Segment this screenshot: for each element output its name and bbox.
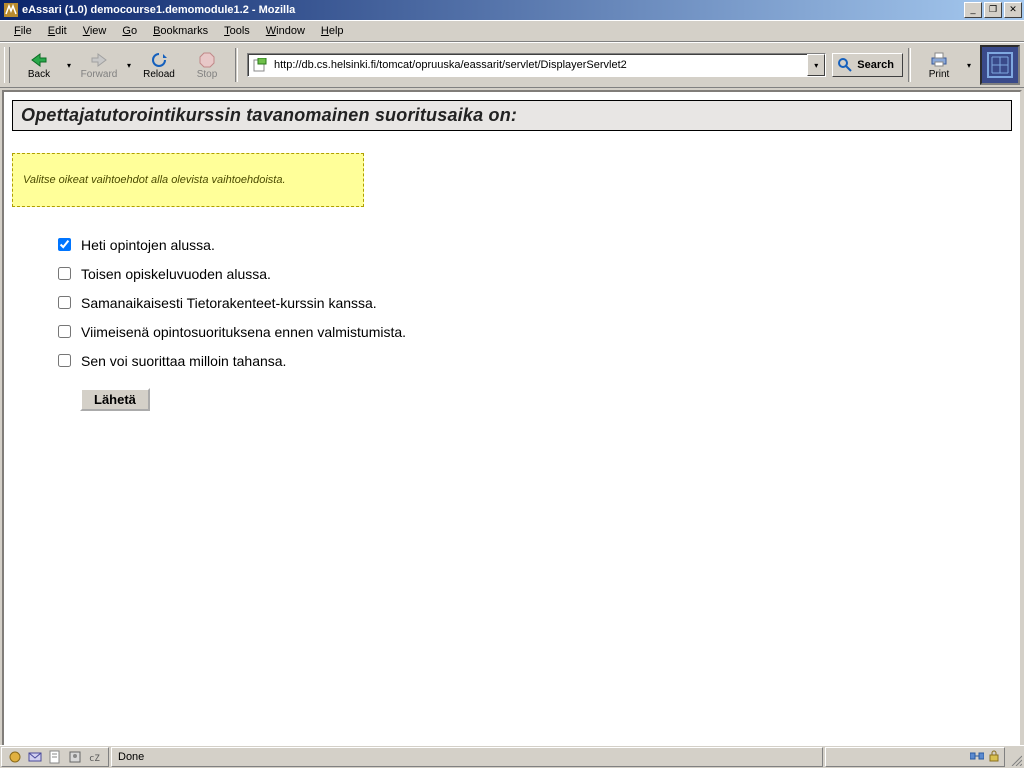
option-checkbox-0[interactable] bbox=[58, 238, 71, 251]
instruction-box: Valitse oikeat vaihtoehdot alla olevista… bbox=[12, 153, 364, 207]
window-titlebar: eAssari (1.0) democourse1.demomodule1.2 … bbox=[0, 0, 1024, 20]
url-dropdown[interactable]: ▾ bbox=[807, 54, 825, 76]
page-viewport: Opettajatutorointikurssin tavanomainen s… bbox=[2, 90, 1022, 748]
navigation-toolbar: Back ▾ Forward ▾ Reload Stop ▾ Search bbox=[0, 42, 1024, 88]
forward-button: Forward bbox=[76, 46, 122, 84]
options-list: Heti opintojen alussa. Toisen opiskeluvu… bbox=[54, 235, 1012, 370]
minimize-button[interactable]: _ bbox=[964, 2, 982, 18]
option-row: Sen voi suorittaa milloin tahansa. bbox=[54, 351, 1012, 370]
resize-grip[interactable] bbox=[1006, 746, 1024, 768]
option-checkbox-4[interactable] bbox=[58, 354, 71, 367]
menu-edit[interactable]: Edit bbox=[40, 23, 75, 39]
option-row: Samanaikaisesti Tietorakenteet-kurssin k… bbox=[54, 293, 1012, 312]
lock-icon[interactable] bbox=[988, 750, 1000, 765]
page-content: Opettajatutorointikurssin tavanomainen s… bbox=[4, 92, 1020, 419]
option-row: Toisen opiskeluvuoden alussa. bbox=[54, 264, 1012, 283]
option-row: Heti opintojen alussa. bbox=[54, 235, 1012, 254]
reload-icon bbox=[149, 51, 169, 69]
url-field-wrap: ▾ bbox=[247, 53, 826, 77]
option-label: Toisen opiskeluvuoden alussa. bbox=[81, 266, 271, 282]
print-icon bbox=[929, 51, 949, 69]
print-label: Print bbox=[929, 69, 950, 80]
submit-button[interactable]: Lähetä bbox=[80, 388, 150, 411]
mozilla-app-icon bbox=[4, 3, 18, 17]
option-label: Samanaikaisesti Tietorakenteet-kurssin k… bbox=[81, 295, 377, 311]
stop-label: Stop bbox=[197, 69, 218, 80]
print-dropdown[interactable]: ▾ bbox=[964, 46, 974, 84]
navigator-icon[interactable] bbox=[8, 750, 22, 764]
window-title: eAssari (1.0) democourse1.demomodule1.2 … bbox=[22, 4, 964, 16]
search-button[interactable]: Search bbox=[832, 53, 903, 77]
reload-label: Reload bbox=[143, 69, 175, 80]
option-row: Viimeisenä opintosuorituksena ennen valm… bbox=[54, 322, 1012, 341]
question-header: Opettajatutorointikurssin tavanomainen s… bbox=[12, 100, 1012, 131]
window-controls: _ ❐ ✕ bbox=[964, 2, 1022, 18]
status-text: Done bbox=[111, 747, 823, 767]
forward-arrow-icon bbox=[89, 51, 109, 69]
url-input[interactable] bbox=[272, 56, 807, 74]
status-security-pane bbox=[825, 747, 1005, 767]
component-bar: cZ bbox=[1, 747, 109, 767]
bookmark-page-icon[interactable] bbox=[252, 57, 268, 73]
reload-button[interactable]: Reload bbox=[136, 46, 182, 84]
mozilla-throbber[interactable] bbox=[980, 45, 1020, 85]
menu-window[interactable]: Window bbox=[258, 23, 313, 39]
toolbar-separator bbox=[235, 48, 238, 82]
close-button[interactable]: ✕ bbox=[1004, 2, 1022, 18]
address-book-icon[interactable] bbox=[68, 750, 82, 764]
option-checkbox-1[interactable] bbox=[58, 267, 71, 280]
toolbar-grip[interactable] bbox=[4, 47, 10, 83]
online-icon[interactable] bbox=[970, 751, 984, 764]
status-bar: cZ Done bbox=[0, 745, 1024, 768]
option-label: Heti opintojen alussa. bbox=[81, 237, 215, 253]
svg-text:cZ: cZ bbox=[89, 754, 100, 764]
option-label: Sen voi suorittaa milloin tahansa. bbox=[81, 353, 286, 369]
menu-bookmarks[interactable]: Bookmarks bbox=[145, 23, 216, 39]
menu-help[interactable]: Help bbox=[313, 23, 352, 39]
option-checkbox-2[interactable] bbox=[58, 296, 71, 309]
back-dropdown[interactable]: ▾ bbox=[64, 46, 74, 84]
menu-file[interactable]: File bbox=[6, 23, 40, 39]
toolbar-separator-2 bbox=[908, 48, 911, 82]
menubar: File Edit View Go Bookmarks Tools Window… bbox=[0, 20, 1024, 42]
stop-button: Stop bbox=[184, 46, 230, 84]
print-button[interactable]: Print bbox=[916, 46, 962, 84]
forward-label: Forward bbox=[81, 69, 118, 80]
stop-icon bbox=[197, 51, 217, 69]
irc-icon[interactable]: cZ bbox=[88, 750, 102, 764]
back-label: Back bbox=[28, 69, 50, 80]
option-checkbox-3[interactable] bbox=[58, 325, 71, 338]
menu-tools[interactable]: Tools bbox=[216, 23, 258, 39]
back-arrow-icon bbox=[29, 51, 49, 69]
back-button[interactable]: Back bbox=[16, 46, 62, 84]
restore-button[interactable]: ❐ bbox=[984, 2, 1002, 18]
submit-wrap: Lähetä bbox=[80, 388, 1012, 411]
search-label: Search bbox=[857, 59, 894, 71]
forward-dropdown[interactable]: ▾ bbox=[124, 46, 134, 84]
menu-view[interactable]: View bbox=[75, 23, 115, 39]
mail-icon[interactable] bbox=[28, 750, 42, 764]
search-icon bbox=[837, 57, 853, 73]
composer-icon[interactable] bbox=[48, 750, 62, 764]
option-label: Viimeisenä opintosuorituksena ennen valm… bbox=[81, 324, 406, 340]
menu-go[interactable]: Go bbox=[114, 23, 145, 39]
